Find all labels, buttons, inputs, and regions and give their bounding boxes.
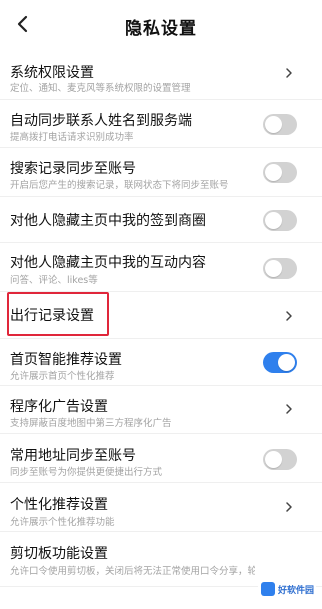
setting-title: 个性化推荐设置	[10, 497, 108, 513]
toggle-knob	[265, 116, 282, 133]
setting-subtitle: 提高拨打电话请求识别成功率	[10, 132, 134, 143]
setting-title: 自动同步联系人姓名到服务端	[10, 113, 192, 129]
setting-row: 常用地址同步至账号同步至账号为你提供更便捷出行方式	[0, 434, 322, 483]
watermark: 好软件园	[258, 579, 316, 599]
setting-toggle[interactable]	[263, 114, 297, 135]
page-title: 隐私设置	[125, 18, 197, 39]
setting-subtitle: 允许口令使用剪切板，关闭后将无法正常使用口令分享，轮廓加载用体验。	[10, 566, 255, 577]
setting-row[interactable]: 系统权限设置定位、通知、麦克风等系统权限的设置管理	[0, 52, 322, 100]
setting-subtitle: 开启后您产生的搜索记录，联网状态下将同步至账号	[10, 180, 229, 191]
setting-subtitle: 允许展示个性化推荐功能	[10, 517, 115, 528]
setting-subtitle: 支持屏蔽百度地图中第三方程序化广告	[10, 418, 172, 429]
site-logo-icon	[261, 582, 275, 596]
setting-title: 对他人隐藏主页中我的签到商圈	[10, 213, 206, 229]
setting-title: 剪切板功能设置	[10, 546, 108, 562]
setting-toggle[interactable]	[263, 352, 297, 373]
setting-title: 程序化广告设置	[10, 399, 108, 415]
setting-row[interactable]: 出行记录设置	[0, 292, 322, 339]
back-button[interactable]	[4, 6, 40, 42]
setting-title: 搜索记录同步至账号	[10, 161, 136, 177]
setting-subtitle: 定位、通知、麦克风等系统权限的设置管理	[10, 83, 191, 94]
watermark-text: 好软件园	[278, 585, 315, 596]
setting-toggle[interactable]	[263, 210, 297, 231]
nav-bar: 隐私设置	[0, 0, 322, 52]
setting-subtitle: 同步至账号为你提供更便捷出行方式	[10, 467, 163, 478]
highlight-annotation-box	[7, 292, 109, 336]
setting-title: 系统权限设置	[10, 65, 94, 81]
setting-title: 常用地址同步至账号	[10, 448, 136, 464]
setting-row: 对他人隐藏主页中我的互动内容问答、评论、likes等	[0, 243, 322, 292]
toggle-knob	[278, 354, 295, 371]
chevron-right-icon	[286, 404, 292, 414]
setting-toggle[interactable]	[263, 449, 297, 470]
setting-row: 搜索记录同步至账号开启后您产生的搜索记录，联网状态下将同步至账号	[0, 148, 322, 197]
toggle-knob	[265, 164, 282, 181]
chevron-right-icon	[286, 311, 292, 321]
chevron-right-icon	[286, 68, 292, 78]
toggle-knob	[265, 451, 282, 468]
settings-list: 系统权限设置定位、通知、麦克风等系统权限的设置管理自动同步联系人姓名到服务端提高…	[0, 52, 322, 587]
setting-toggle[interactable]	[263, 162, 297, 183]
setting-title: 对他人隐藏主页中我的互动内容	[10, 255, 206, 271]
setting-subtitle: 允许展示首页个性化推荐	[10, 371, 115, 382]
chevron-right-icon	[286, 502, 292, 512]
toggle-knob	[265, 260, 282, 277]
setting-row: 自动同步联系人姓名到服务端提高拨打电话请求识别成功率	[0, 100, 322, 148]
setting-title: 首页智能推荐设置	[10, 352, 122, 368]
toggle-knob	[265, 212, 282, 229]
chevron-left-icon	[17, 15, 28, 33]
setting-row: 对他人隐藏主页中我的签到商圈	[0, 197, 322, 243]
setting-row[interactable]: 个性化推荐设置允许展示个性化推荐功能	[0, 483, 322, 532]
setting-subtitle: 问答、评论、likes等	[10, 275, 98, 286]
setting-toggle[interactable]	[263, 258, 297, 279]
setting-row[interactable]: 程序化广告设置支持屏蔽百度地图中第三方程序化广告	[0, 386, 322, 434]
setting-row: 首页智能推荐设置允许展示首页个性化推荐	[0, 339, 322, 386]
